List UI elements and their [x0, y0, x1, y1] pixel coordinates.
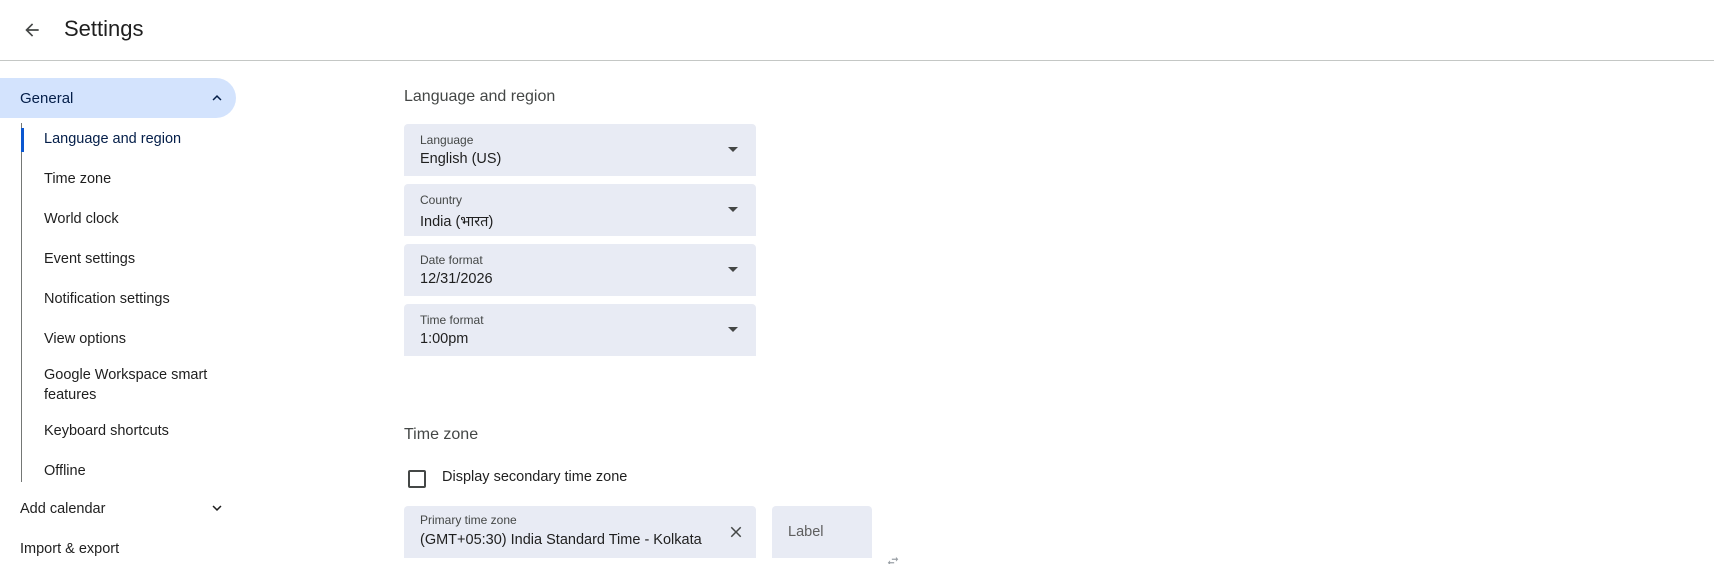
primary-time-zone-value: (GMT+05:30) India Standard Time - Kolkat… [420, 532, 702, 548]
settings-header: Settings [0, 0, 1714, 61]
sidebar-item-import-export[interactable]: Import & export [20, 541, 119, 557]
sidebar-item-time-zone[interactable]: Time zone [44, 169, 234, 189]
sidebar-item-world-clock[interactable]: World clock [44, 209, 234, 229]
section-title-time-zone: Time zone [404, 426, 479, 443]
country-select[interactable]: Country India (भारत) [404, 184, 756, 236]
date-format-select-value: 12/31/2026 [420, 271, 493, 287]
sidebar-item-keyboard-shortcuts[interactable]: Keyboard shortcuts [44, 421, 234, 441]
page-title: Settings [64, 16, 144, 41]
back-button[interactable] [14, 12, 50, 48]
country-select-value: India (भारत) [420, 214, 494, 230]
dropdown-arrow-icon [728, 207, 738, 212]
chevron-down-icon[interactable] [206, 497, 228, 519]
sidebar-item-event-settings[interactable]: Event settings [44, 249, 234, 269]
country-select-label: Country [420, 193, 463, 207]
general-subnav: Language and region Time zone World cloc… [21, 123, 237, 482]
language-select-value: English (US) [420, 151, 502, 167]
time-zone-label-placeholder: Label [788, 524, 824, 540]
time-format-select[interactable]: Time format 1:00pm [404, 304, 756, 356]
dropdown-arrow-icon [728, 327, 738, 332]
close-icon[interactable] [724, 520, 748, 544]
sidebar-item-view-options[interactable]: View options [44, 329, 234, 349]
sidebar-item-general[interactable]: General [0, 78, 236, 118]
primary-time-zone-field[interactable]: Primary time zone (GMT+05:30) India Stan… [404, 506, 756, 558]
time-zone-label-input[interactable]: Label [772, 506, 872, 558]
sidebar-item-notification-settings[interactable]: Notification settings [44, 289, 234, 309]
dropdown-arrow-icon [728, 147, 738, 152]
swap-time-zones-icon[interactable] [886, 551, 900, 564]
primary-time-zone-label: Primary time zone [420, 513, 517, 527]
sidebar-item-add-calendar[interactable]: Add calendar [20, 501, 105, 517]
date-format-select[interactable]: Date format 12/31/2026 [404, 244, 756, 296]
chevron-up-icon[interactable] [206, 87, 228, 109]
arrow-back-icon [25, 23, 39, 37]
sidebar-item-language-and-region[interactable]: Language and region [44, 129, 234, 149]
secondary-time-zone-checkbox[interactable] [408, 470, 426, 488]
active-indicator [21, 128, 24, 152]
sidebar-item-general-label: General [20, 89, 74, 107]
dropdown-arrow-icon [728, 267, 738, 272]
section-title-language-and-region: Language and region [404, 88, 556, 105]
settings-sidebar: General Language and region Time zone Wo… [0, 61, 260, 564]
sidebar-item-google-workspace-smart-features[interactable]: Google Workspace smart features [44, 365, 234, 405]
date-format-select-label: Date format [420, 253, 483, 267]
secondary-time-zone-label[interactable]: Display secondary time zone [442, 469, 627, 485]
language-select-label: Language [420, 133, 474, 147]
language-select[interactable]: Language English (US) [404, 124, 756, 176]
sidebar-item-offline[interactable]: Offline [44, 461, 234, 481]
time-format-select-label: Time format [420, 313, 484, 327]
time-format-select-value: 1:00pm [420, 331, 469, 347]
